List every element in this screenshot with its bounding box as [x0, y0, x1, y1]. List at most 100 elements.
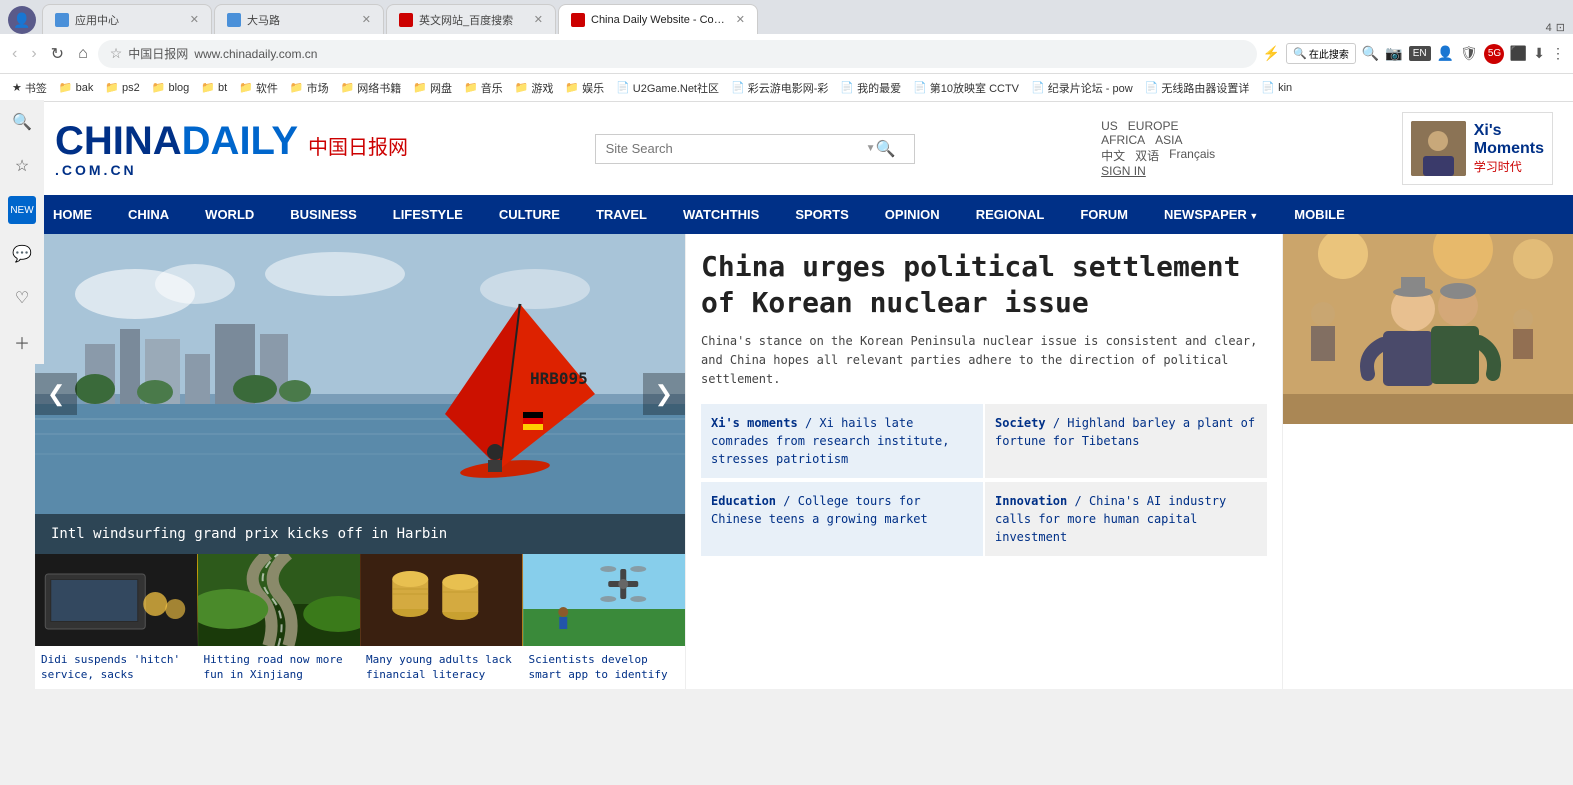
nav-travel[interactable]: TRAVEL: [578, 195, 665, 234]
separator-1: /: [805, 416, 819, 430]
thumb-3[interactable]: Many young adults lack financial literac…: [360, 554, 523, 689]
nav-culture[interactable]: CULTURE: [481, 195, 578, 234]
thumb-2[interactable]: Hitting road now more fun in Xinjiang: [198, 554, 361, 689]
bookmarks-bar: ★ 书签 📁 bak 📁 ps2 📁 blog 📁 bt 📁 软件 📁 市场 �: [0, 74, 1573, 102]
search-bar[interactable]: ▼ 🔍: [595, 134, 915, 164]
category-4[interactable]: Innovation: [995, 494, 1067, 508]
search-button[interactable]: 🔍: [1362, 45, 1379, 62]
category-2[interactable]: Society: [995, 416, 1046, 430]
bookmark-docs[interactable]: 📄 纪录片论坛 - pow: [1027, 78, 1137, 98]
nav-watchthis[interactable]: WATCHTHIS: [665, 195, 777, 234]
bookmark-favorites[interactable]: 📄 我的最爱: [836, 78, 905, 98]
logo-combined: CHINA DAILY 中国日报网 .COM.CN: [55, 119, 408, 178]
sidebar-bookmark-icon[interactable]: ☆: [8, 152, 36, 180]
extension-button-3[interactable]: 5G: [1484, 44, 1504, 64]
tab-baidu[interactable]: 英文网站_百度搜索 ✕: [386, 4, 556, 34]
search-submit-button[interactable]: 🔍: [875, 139, 895, 159]
nav-newspaper[interactable]: NEWSPAPER: [1146, 195, 1276, 234]
tab-close-cd[interactable]: ✕: [736, 13, 745, 26]
tab-dama[interactable]: 大马路 ✕: [214, 4, 384, 34]
nav-china[interactable]: CHINA: [110, 195, 187, 234]
nav-home[interactable]: HOME: [35, 195, 110, 234]
bookmark-cctv[interactable]: 📄 第10放映室 CCTV: [909, 78, 1023, 98]
sign-in-link[interactable]: SIGN IN: [1101, 164, 1215, 178]
extension-button-1[interactable]: ⚡: [1263, 45, 1280, 62]
region-bilingual[interactable]: 双语: [1135, 147, 1159, 164]
tab-app-center[interactable]: 应用中心 ✕: [42, 4, 212, 34]
region-asia[interactable]: ASIA: [1155, 133, 1182, 147]
sidebar-chat-icon[interactable]: 💬: [8, 240, 36, 268]
bookmark-bak[interactable]: 📁 bak: [55, 79, 97, 96]
sidebar-heart-icon[interactable]: ♡: [8, 284, 36, 312]
bookmark-label-18: 无线路由器设置详: [1161, 80, 1249, 96]
menu-button[interactable]: ⋮: [1551, 45, 1565, 62]
extension-button-2[interactable]: 🛡: [1460, 45, 1478, 62]
bookmark-kin[interactable]: 📄 kin: [1257, 79, 1296, 96]
nav-lifestyle[interactable]: LIFESTYLE: [375, 195, 481, 234]
region-europe[interactable]: EUROPE: [1128, 119, 1179, 133]
region-us[interactable]: US: [1101, 119, 1118, 133]
search-dropdown-arrow[interactable]: ▼: [866, 143, 876, 154]
window-control-icon[interactable]: ⊡: [1556, 21, 1565, 34]
extension-button-4[interactable]: ⬛: [1510, 45, 1527, 62]
bookmark-bt[interactable]: 📁 bt: [197, 79, 231, 96]
bookmark-label-4: blog: [168, 82, 189, 94]
search-icon: 🔍: [1293, 47, 1307, 60]
screenshot-button[interactable]: 📷: [1385, 45, 1402, 62]
nav-business[interactable]: BUSINESS: [272, 195, 374, 234]
sidebar-new-icon[interactable]: NEW: [8, 196, 36, 224]
profile-button[interactable]: 👤: [1437, 45, 1454, 62]
thumb-4[interactable]: Scientists develop smart app to identify: [523, 554, 686, 689]
back-button[interactable]: ‹: [8, 41, 21, 67]
tab-close-dama[interactable]: ✕: [362, 13, 371, 26]
bookmark-ps2[interactable]: 📁 ps2: [101, 79, 143, 96]
hero-prev-button[interactable]: ❮: [35, 373, 77, 415]
forward-button[interactable]: ›: [27, 41, 40, 67]
bookmark-games[interactable]: 📁 游戏: [511, 78, 558, 98]
hero-next-button[interactable]: ❯: [643, 373, 685, 415]
bookmark-label-17: 纪录片论坛 - pow: [1048, 80, 1133, 96]
nav-world[interactable]: WORLD: [187, 195, 272, 234]
bookmark-label-7: 市场: [307, 80, 329, 96]
bookmark-blog[interactable]: 📁 blog: [148, 79, 194, 96]
nav-forum[interactable]: FORUM: [1062, 195, 1146, 234]
nav-opinion[interactable]: OPINION: [867, 195, 958, 234]
translate-button[interactable]: EN: [1409, 46, 1431, 61]
nav-regional[interactable]: REGIONAL: [958, 195, 1063, 234]
home-button[interactable]: ⌂: [74, 41, 92, 67]
region-africa[interactable]: AFRICA: [1101, 133, 1145, 147]
bookmark-netbook[interactable]: 📁 网络书籍: [337, 78, 406, 98]
sidebar-add-icon[interactable]: ＋: [8, 328, 36, 356]
category-1[interactable]: Xi's moments: [711, 416, 798, 430]
tab-chinadaily[interactable]: China Daily Website - Conne ✕: [558, 4, 758, 34]
reload-button[interactable]: ↻: [47, 40, 68, 68]
bookmark-entertainment[interactable]: 📁 娱乐: [561, 78, 608, 98]
main-headline[interactable]: China urges political settlement of Kore…: [701, 249, 1267, 322]
bookmark-router[interactable]: 📄 无线路由器设置详: [1141, 78, 1254, 98]
download-button[interactable]: ⬇: [1533, 45, 1545, 62]
bookmark-netdisk[interactable]: 📁 网盘: [409, 78, 456, 98]
thumb-caption-3: Many young adults lack financial literac…: [360, 646, 523, 689]
search-input[interactable]: [606, 141, 866, 156]
bookmark-u2game[interactable]: 📄 U2Game.Net社区: [612, 78, 723, 98]
search-engine-button[interactable]: 🔍 在此搜索: [1286, 43, 1356, 64]
address-bar[interactable]: ☆ 中国日报网 www.chinadaily.com.cn: [98, 40, 1257, 68]
region-fr[interactable]: Français: [1169, 147, 1215, 164]
tab-close-baidu[interactable]: ✕: [534, 13, 543, 26]
sidebar-search-icon[interactable]: 🔍: [8, 108, 36, 136]
tab-title-cd: China Daily Website - Conne: [591, 14, 730, 26]
bookmark-caiyun[interactable]: 📄 彩云游电影网-彩: [727, 78, 832, 98]
nav-mobile[interactable]: MOBILE: [1276, 195, 1363, 234]
bookmark-music[interactable]: 📁 音乐: [460, 78, 507, 98]
bookmark-software[interactable]: 📁 软件: [235, 78, 282, 98]
tab-close-app[interactable]: ✕: [190, 13, 199, 26]
xi-moments-widget[interactable]: Xi's Moments 学习时代: [1402, 112, 1553, 185]
bookmark-market[interactable]: 📁 市场: [286, 78, 333, 98]
nav-sports[interactable]: SPORTS: [777, 195, 866, 234]
region-cn[interactable]: 中文: [1101, 147, 1125, 164]
category-3[interactable]: Education: [711, 494, 776, 508]
thumb-1[interactable]: Didi suspends 'hitch' service, sacks: [35, 554, 198, 689]
page-icon-1: 📄: [616, 81, 630, 94]
bookmark-star-icon[interactable]: ★ 书签: [8, 78, 51, 98]
address-url: www.chinadaily.com.cn: [194, 47, 317, 61]
